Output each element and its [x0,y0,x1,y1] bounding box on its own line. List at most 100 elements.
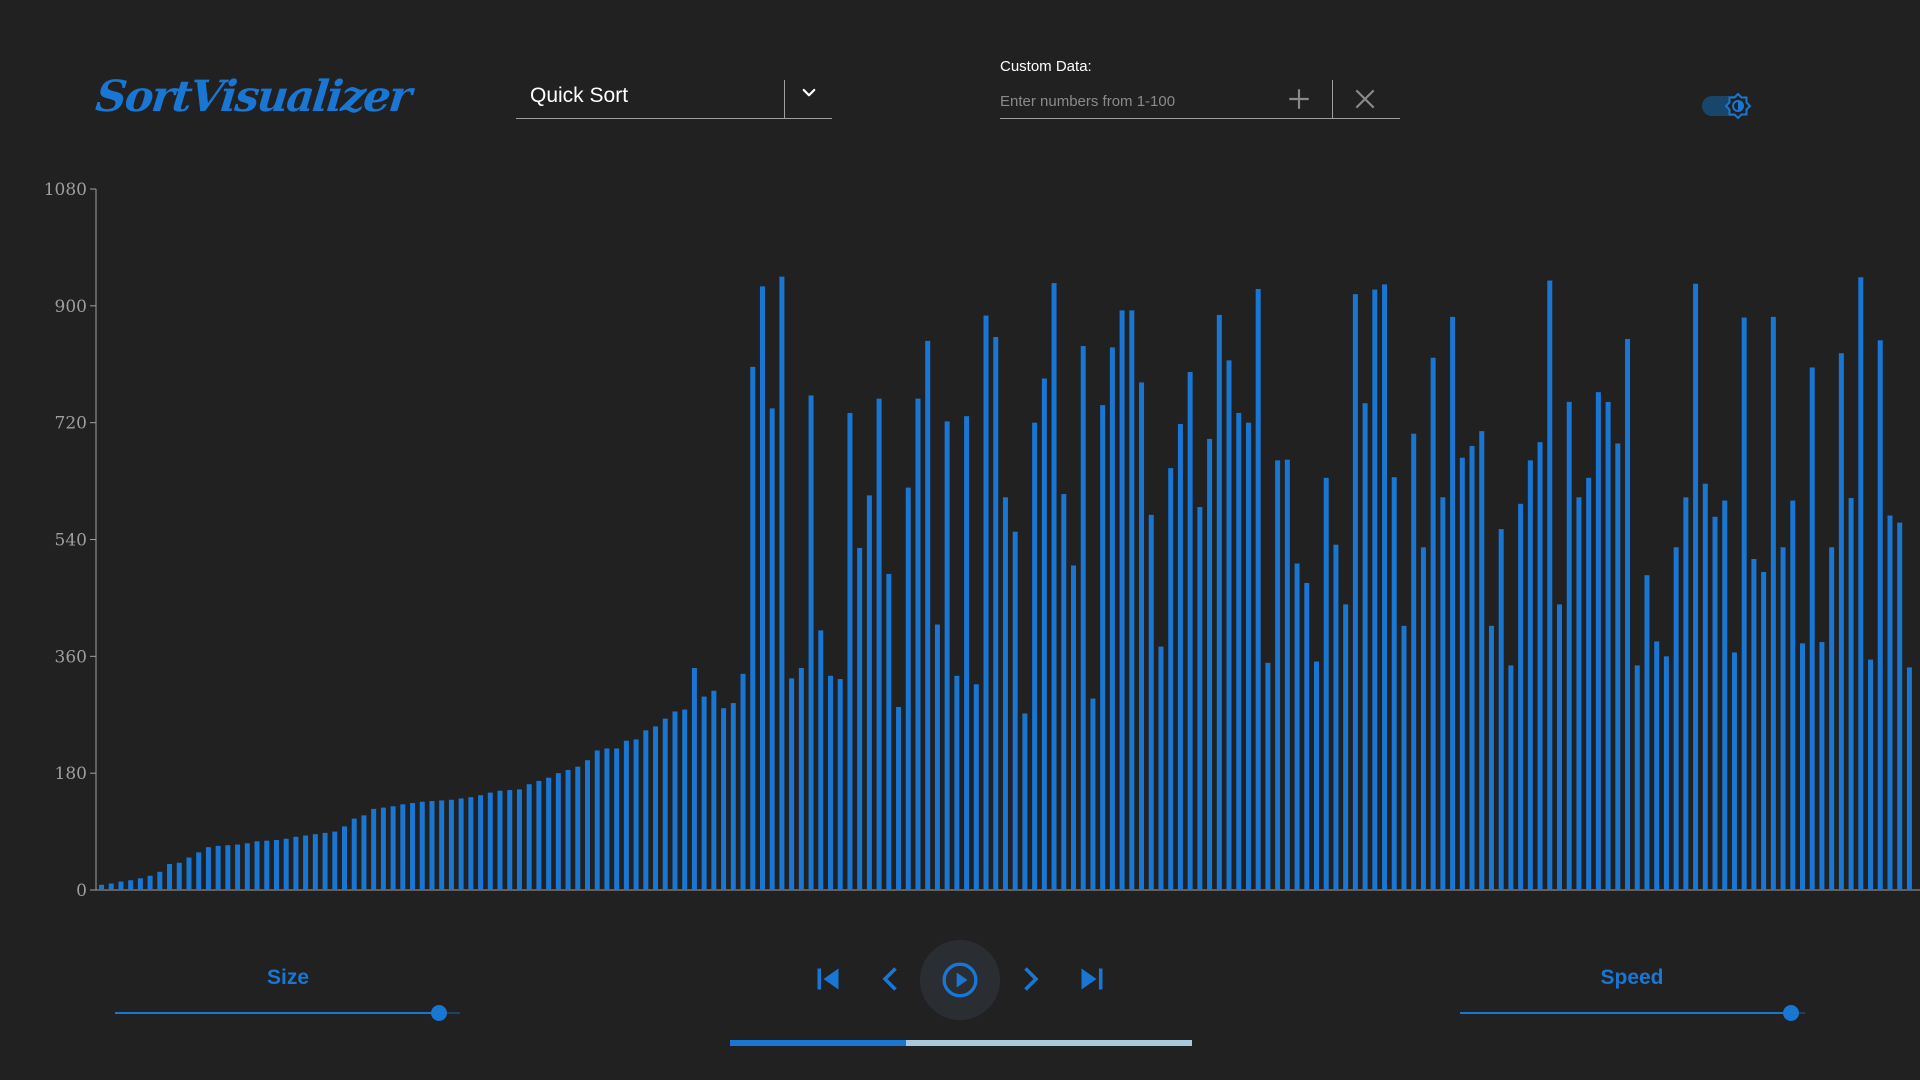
bar [973,684,979,890]
bar [1586,477,1592,890]
bar [896,706,902,890]
bar [478,795,484,890]
bar [487,792,493,890]
bar [1148,514,1154,890]
bar [1780,547,1786,890]
custom-data-input[interactable] [1000,84,1310,118]
custom-data-underline [1000,118,1400,119]
bar [1673,547,1679,890]
bar [1139,382,1145,890]
theme-toggle[interactable] [1702,92,1754,120]
bar [390,806,396,890]
skip-previous-icon[interactable] [810,961,846,997]
bars-group [99,276,1912,891]
custom-data-divider [1332,80,1333,118]
bar [167,864,173,890]
bar [653,726,659,890]
size-slider[interactable] [115,1003,460,1023]
bar [711,690,717,890]
bar [1527,460,1533,890]
bar [497,790,503,890]
bar [137,878,143,890]
bar [954,675,960,890]
size-label: Size [266,966,310,989]
bar [1838,353,1844,890]
bar [1518,503,1524,890]
bar [1440,497,1446,890]
bar [876,398,882,890]
play-button[interactable] [920,940,1000,1020]
bar [244,843,250,890]
bar [215,845,221,890]
bar [837,679,843,890]
bar [1420,547,1426,890]
speed-slider[interactable] [1460,1003,1805,1023]
bar [643,730,649,890]
skip-next-icon[interactable] [1074,961,1110,997]
bar [798,668,804,890]
bar [555,773,561,890]
bar [157,871,163,890]
speed-label: Speed [1600,966,1664,989]
bar [458,798,464,890]
y-tick-label: 180 [55,764,87,784]
chevron-right-icon[interactable] [1012,961,1048,997]
size-slider-thumb[interactable] [431,1005,448,1021]
brightness-icon [1724,92,1752,120]
bar [1343,604,1349,890]
bar [1041,378,1047,890]
bar [468,797,474,890]
bar [283,838,289,890]
chevron-down-icon[interactable] [800,84,818,102]
bar [1022,713,1028,890]
bar [1557,604,1562,890]
bar [740,673,746,890]
bar [1887,515,1893,890]
size-slider-track [115,1012,440,1014]
bar [186,857,192,890]
bar [789,678,795,890]
bar [1032,422,1038,890]
bar [1595,392,1601,890]
bar [1323,477,1329,890]
bar [1187,372,1193,890]
bar [536,780,542,890]
bar [750,366,756,890]
bar [235,844,241,890]
bar [1508,665,1514,890]
bar [828,675,833,890]
bar [1722,500,1728,890]
bar [565,769,571,890]
bar [905,487,911,890]
bar [1469,446,1475,890]
bar [264,840,270,890]
plus-icon[interactable] [1286,86,1312,112]
bar [594,750,600,890]
bar [1002,497,1008,890]
bar [1061,494,1067,890]
bar [857,547,863,890]
bar [1090,698,1096,890]
bar [993,336,999,890]
y-tick-label: 1080 [44,180,87,200]
bar [273,840,279,890]
bar [371,808,377,890]
speed-slider-thumb[interactable] [1783,1005,1800,1021]
bar [633,739,639,890]
bar [1683,497,1689,890]
bar [1615,443,1621,890]
chevron-left-icon[interactable] [873,961,909,997]
bar [925,340,931,891]
bar [1605,401,1611,890]
close-icon[interactable] [1352,86,1378,112]
bar [419,801,425,890]
algorithm-select[interactable]: Quick Sort [516,78,832,119]
bar [1362,403,1368,890]
bar [342,826,347,890]
bar [818,630,824,890]
bar [1411,433,1417,890]
bar [691,668,697,890]
bar [1488,625,1494,890]
sort-progress-bar [730,1040,1192,1046]
bar [730,703,736,890]
